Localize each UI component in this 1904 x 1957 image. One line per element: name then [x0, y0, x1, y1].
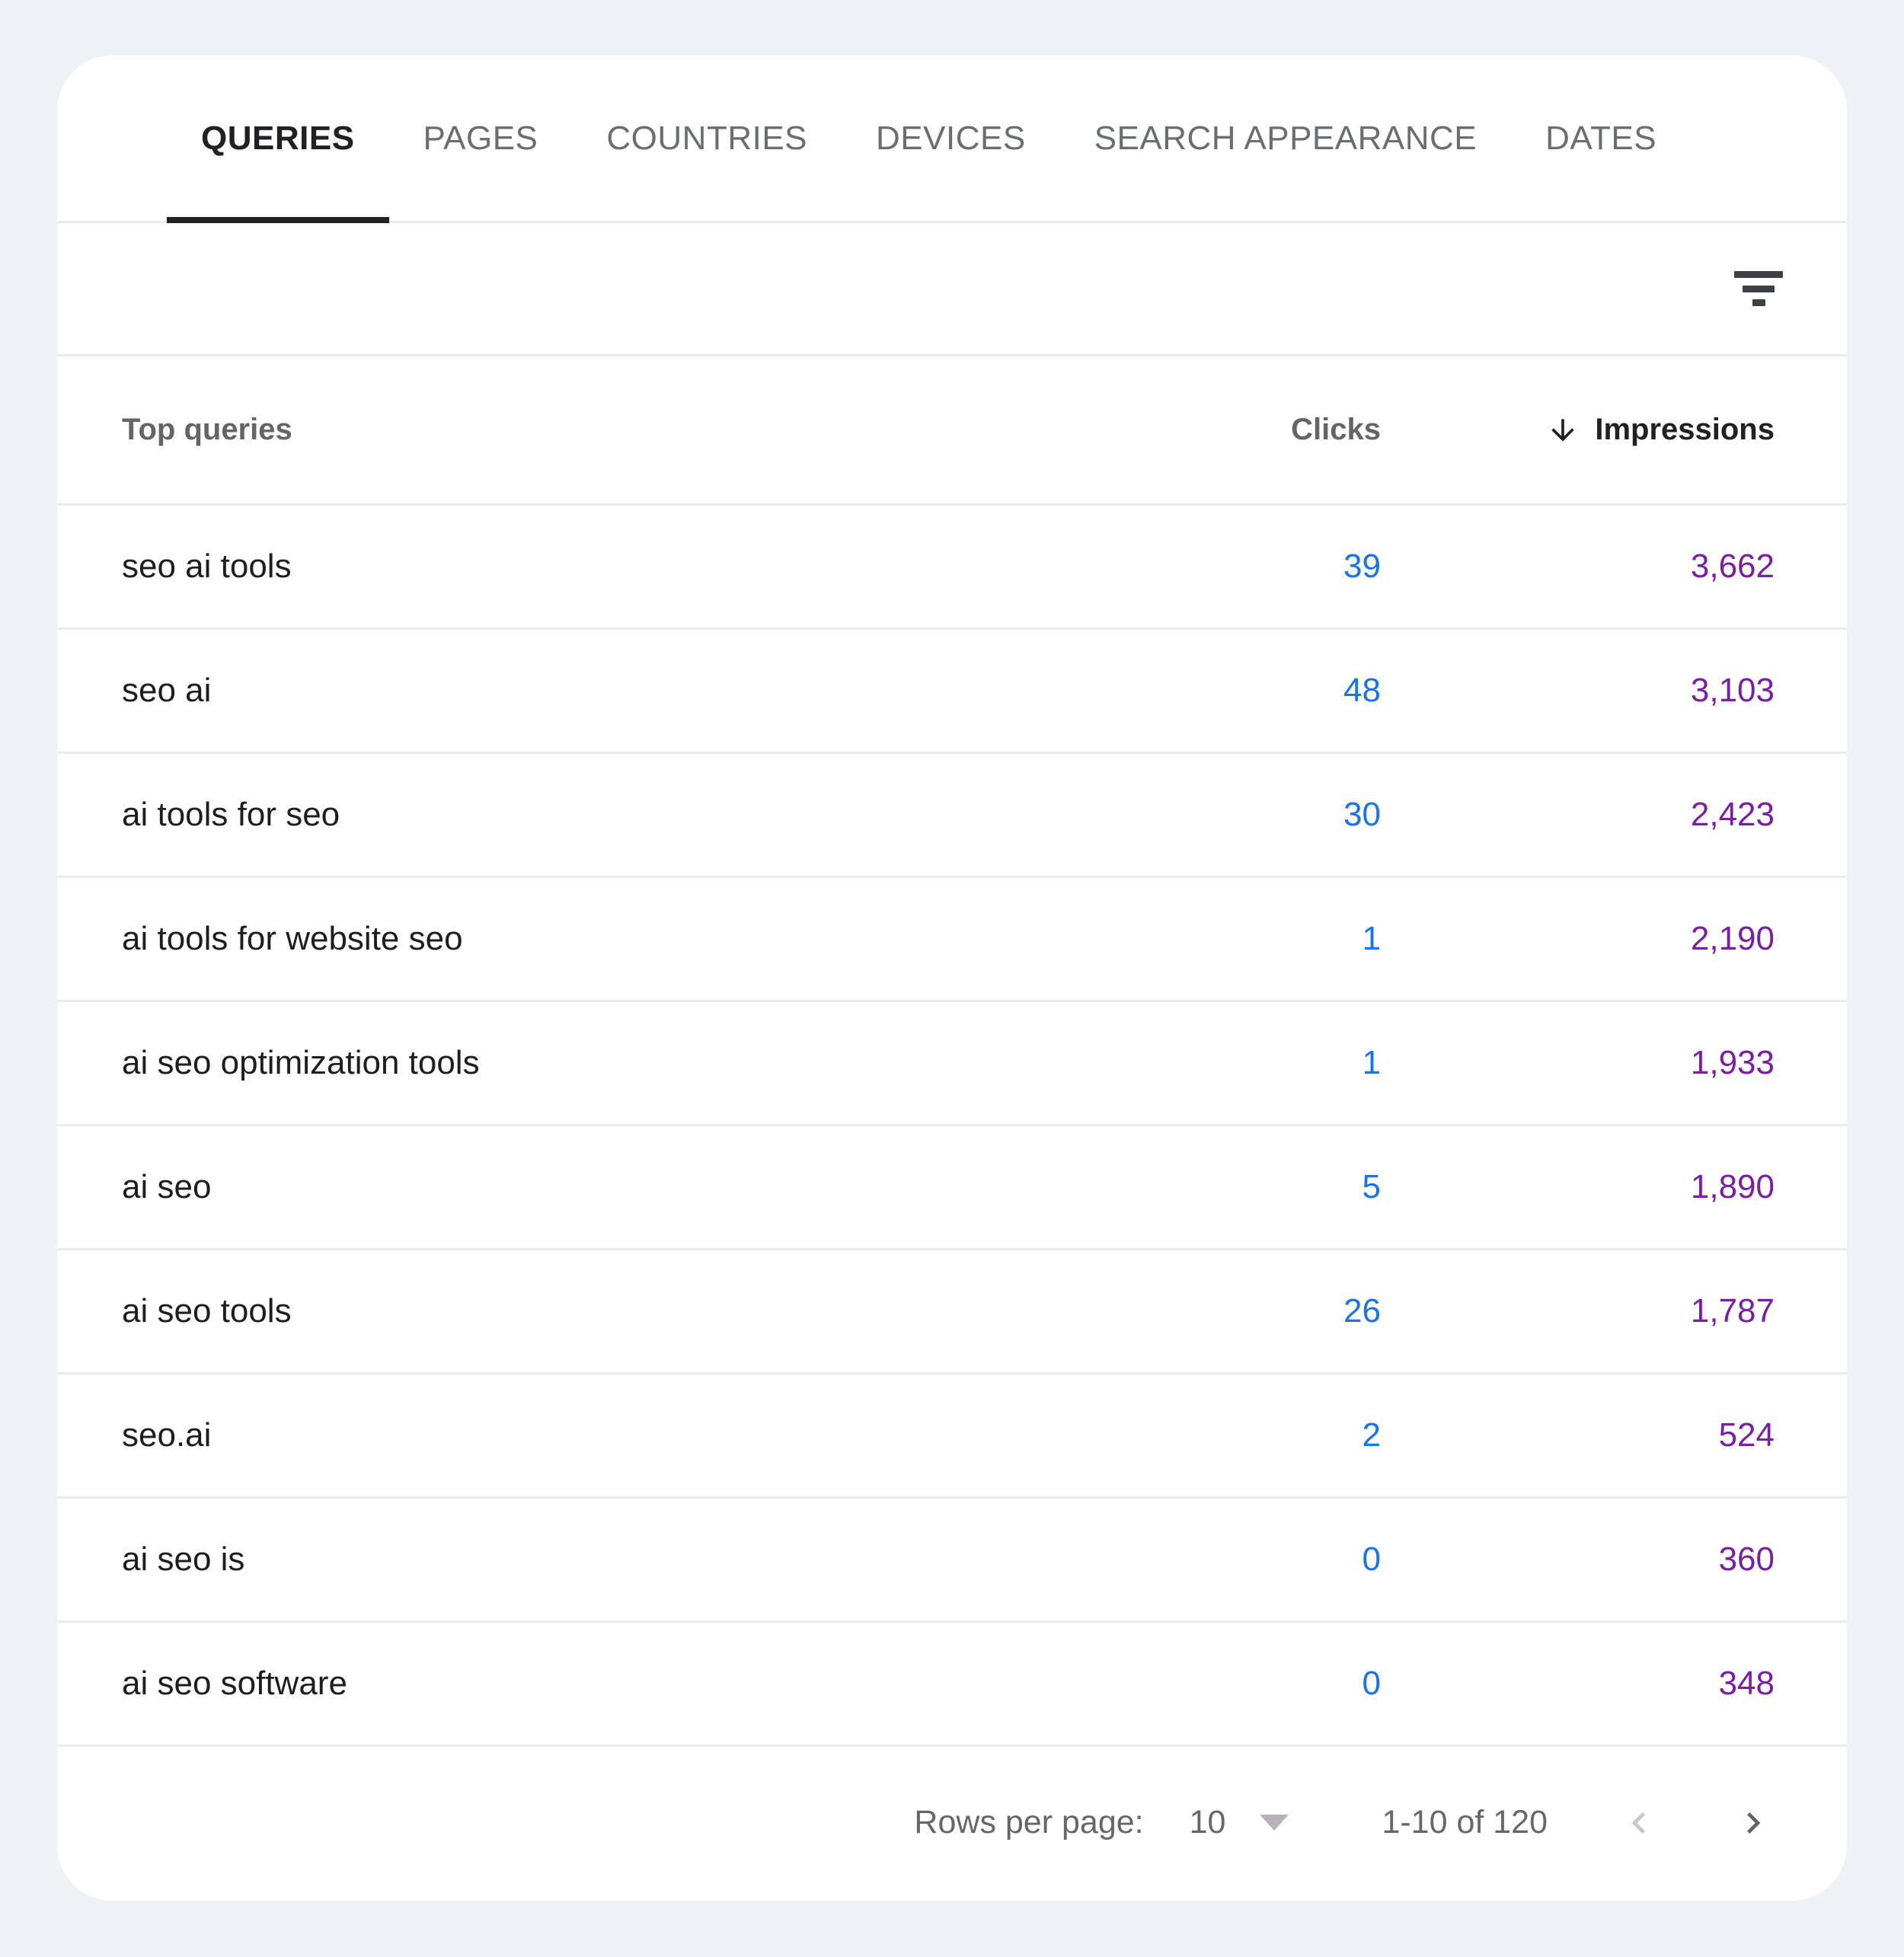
clicks-cell: 1 — [1362, 1044, 1381, 1081]
tab-countries[interactable]: COUNTRIES — [572, 56, 842, 221]
impressions-cell: 1,890 — [1690, 1168, 1775, 1205]
table-header-row: Top queries Clicks Impressions — [57, 356, 1847, 506]
table-row[interactable]: seo ai 48 3,103 — [57, 630, 1847, 754]
column-header-clicks[interactable]: Clicks — [1152, 413, 1381, 447]
chevron-right-icon — [1747, 1812, 1761, 1834]
table-row[interactable]: seo ai tools 39 3,662 — [57, 506, 1847, 630]
filter-bar-bottom — [1752, 299, 1765, 306]
tab-search-appearance[interactable]: SEARCH APPEARANCE — [1060, 56, 1511, 221]
performance-report-card: QUERIES PAGES COUNTRIES DEVICES SEARCH A… — [57, 56, 1847, 1901]
clicks-cell: 39 — [1343, 548, 1381, 585]
table-row[interactable]: ai seo is 0 360 — [57, 1499, 1847, 1623]
impressions-cell: 360 — [1718, 1540, 1775, 1578]
rows-per-page-label: Rows per page: — [914, 1804, 1144, 1840]
tab-dates[interactable]: DATES — [1511, 56, 1691, 221]
clicks-cell: 1 — [1362, 920, 1381, 957]
impressions-cell: 3,103 — [1690, 672, 1775, 709]
table-row[interactable]: ai tools for seo 30 2,423 — [57, 754, 1847, 878]
tab-search-appearance-label: SEARCH APPEARANCE — [1094, 119, 1478, 157]
query-cell: ai tools for seo — [122, 796, 340, 833]
previous-page-button[interactable] — [1618, 1802, 1660, 1844]
dimension-tabs: QUERIES PAGES COUNTRIES DEVICES SEARCH A… — [57, 56, 1847, 223]
query-cell: ai seo software — [122, 1665, 347, 1702]
column-header-impressions-label: Impressions — [1595, 413, 1775, 446]
query-cell: ai seo tools — [122, 1292, 292, 1330]
query-cell: ai seo is — [122, 1540, 245, 1578]
impressions-cell: 1,787 — [1690, 1292, 1775, 1330]
clicks-cell: 0 — [1362, 1540, 1381, 1578]
chevron-left-icon — [1631, 1812, 1645, 1834]
tab-pages-label: PAGES — [423, 119, 538, 157]
filter-list-icon[interactable] — [1734, 271, 1783, 306]
clicks-cell: 26 — [1343, 1292, 1381, 1330]
rows-per-page-select[interactable]: 10 — [1190, 1804, 1226, 1841]
tab-pages[interactable]: PAGES — [389, 56, 573, 221]
query-cell: seo ai — [122, 672, 212, 709]
table-row[interactable]: ai seo 5 1,890 — [57, 1126, 1847, 1250]
clicks-cell: 30 — [1343, 796, 1381, 833]
arrow-down-icon — [1551, 418, 1575, 442]
dropdown-arrow-icon[interactable] — [1260, 1815, 1289, 1831]
tab-countries-label: COUNTRIES — [606, 119, 808, 157]
table-row[interactable]: ai tools for website seo 1 2,190 — [57, 878, 1847, 1002]
table-row[interactable]: ai seo optimization tools 1 1,933 — [57, 1002, 1847, 1126]
tab-devices-label: DEVICES — [876, 119, 1026, 157]
clicks-cell: 5 — [1362, 1168, 1381, 1205]
table-row[interactable]: seo.ai 2 524 — [57, 1374, 1847, 1499]
table-row[interactable]: ai seo software 0 348 — [57, 1623, 1847, 1747]
query-cell: ai seo optimization tools — [122, 1044, 480, 1081]
column-header-impressions[interactable]: Impressions — [1381, 413, 1775, 447]
query-cell: seo ai tools — [122, 548, 292, 585]
impressions-cell: 524 — [1718, 1416, 1775, 1454]
clicks-cell: 2 — [1362, 1416, 1381, 1454]
impressions-cell: 3,662 — [1690, 548, 1775, 585]
filter-bar-middle — [1743, 285, 1775, 292]
table-pagination: Rows per page: 10 1-10 of 120 — [57, 1747, 1847, 1898]
impressions-cell: 2,190 — [1690, 920, 1775, 957]
tab-devices[interactable]: DEVICES — [842, 56, 1060, 221]
impressions-cell: 348 — [1718, 1665, 1775, 1702]
tab-queries-label: QUERIES — [201, 119, 355, 157]
next-page-button[interactable] — [1732, 1802, 1775, 1844]
filter-bar-top — [1734, 271, 1783, 278]
clicks-cell: 48 — [1343, 672, 1381, 709]
table-toolbar — [57, 223, 1847, 356]
tab-queries[interactable]: QUERIES — [167, 56, 389, 223]
tab-dates-label: DATES — [1545, 119, 1657, 157]
table-row[interactable]: ai seo tools 26 1,787 — [57, 1250, 1847, 1374]
query-cell: ai tools for website seo — [122, 920, 463, 957]
impressions-cell: 1,933 — [1690, 1044, 1775, 1081]
clicks-cell: 0 — [1362, 1665, 1381, 1702]
impressions-cell: 2,423 — [1690, 796, 1775, 833]
column-header-queries[interactable]: Top queries — [122, 413, 1152, 447]
query-cell: seo.ai — [122, 1416, 212, 1454]
query-cell: ai seo — [122, 1168, 212, 1205]
pagination-range-label: 1-10 of 120 — [1382, 1804, 1548, 1840]
